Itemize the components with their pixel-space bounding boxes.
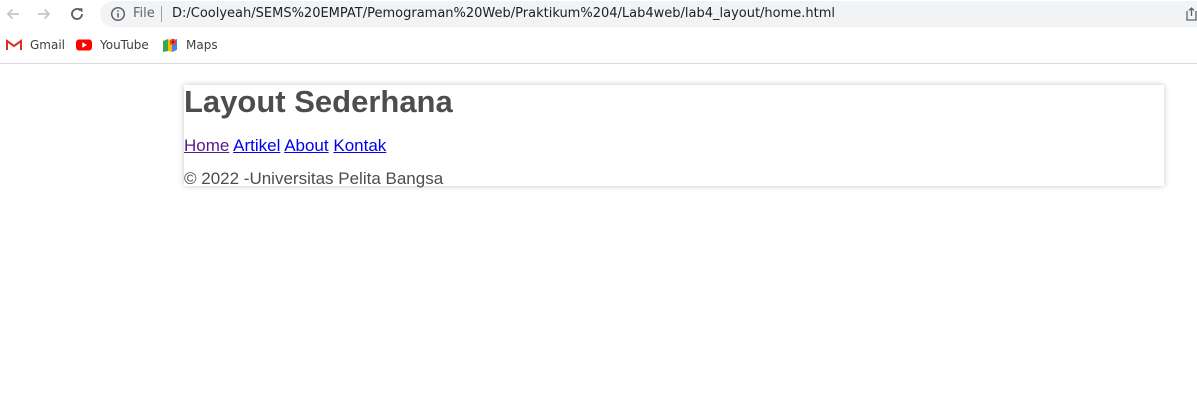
gmail-icon [6,37,22,53]
bookmark-label: YouTube [100,38,149,52]
share-page-icon[interactable] [1186,7,1197,21]
bookmark-maps[interactable]: Maps [162,37,218,53]
address-bar[interactable]: File D:/Coolyeah/SEMS%20EMPAT/Pemograman… [100,1,1197,27]
forward-arrow-icon [38,8,51,20]
bookmark-youtube[interactable]: YouTube [76,37,149,53]
bookmark-label: Gmail [30,38,66,52]
main-nav: Home Artikel About Kontak [184,136,386,156]
nav-link-home[interactable]: Home [184,136,229,155]
bookmark-gmail[interactable]: Gmail [6,37,65,53]
info-icon[interactable] [110,6,126,22]
reload-icon [71,8,83,20]
page-footer: © 2022 -Universitas Pelita Bangsa [184,169,444,188]
reload-button[interactable] [66,3,88,25]
page-container: Layout Sederhana Home Artikel About Kont… [184,84,1164,188]
page-title: Layout Sederhana [184,84,453,119]
nav-link-kontak[interactable]: Kontak [333,136,386,155]
browser-toolbar: File D:/Coolyeah/SEMS%20EMPAT/Pemograman… [0,0,1197,28]
url-text[interactable]: D:/Coolyeah/SEMS%20EMPAT/Pemograman%20We… [172,6,835,21]
back-arrow-icon [6,8,19,20]
nav-link-artikel[interactable]: Artikel [233,136,280,155]
forward-button[interactable] [33,3,55,25]
nav-link-about[interactable]: About [284,136,328,155]
youtube-icon [76,37,92,53]
scheme-label: File [133,6,155,21]
bookmark-label: Maps [186,38,218,52]
bookmarks-bar: Gmail YouTube Maps [0,28,1197,64]
maps-icon [162,37,178,53]
back-button[interactable] [2,3,24,25]
omnibox-divider [161,6,162,22]
